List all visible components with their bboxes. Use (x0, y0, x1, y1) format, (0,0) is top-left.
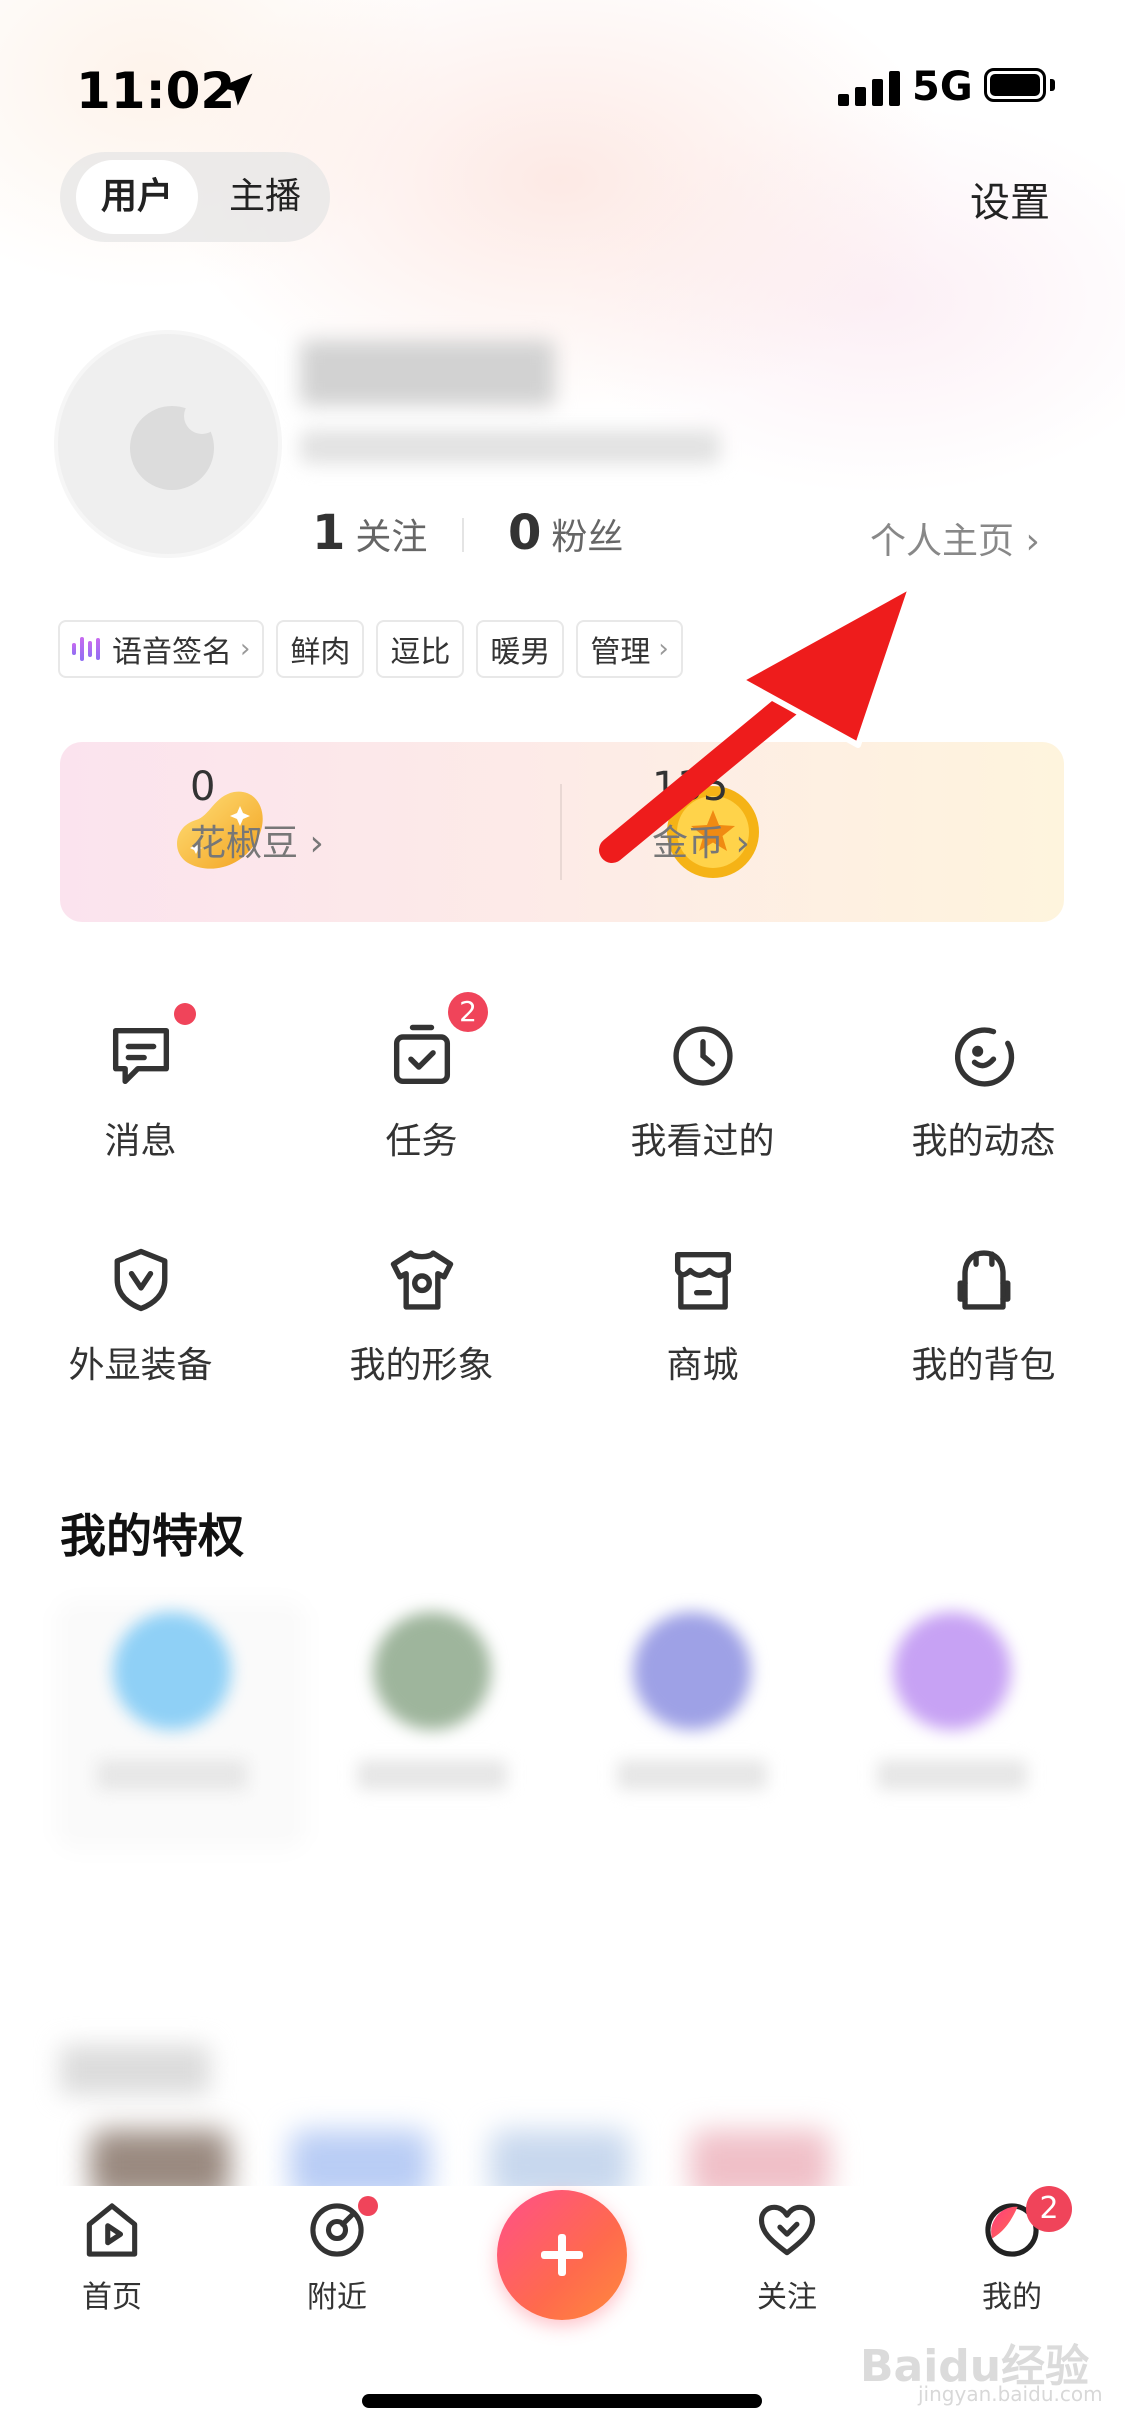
grid-label: 我的形象 (349, 1345, 494, 1386)
tag-item[interactable]: 鲜肉 (276, 620, 365, 678)
grid-label: 我看过的 (630, 1121, 775, 1162)
followers-label: 粉丝 (551, 517, 624, 558)
username-blurred (300, 340, 555, 406)
tag-label: 鲜肉 (290, 635, 351, 670)
status-time: 11:02 (76, 62, 236, 120)
heart-icon (758, 2204, 816, 2256)
tag-item[interactable]: 逗比 (376, 620, 465, 678)
watermark-url: jingyan.baidu.com (918, 2382, 1103, 2406)
history-icon (672, 1026, 733, 1086)
privilege-item-blurred[interactable] (592, 1612, 792, 1790)
coins-link[interactable]: 金币 › (652, 814, 750, 866)
home-indicator (362, 2394, 762, 2408)
grid-item-tasks[interactable]: 任务 (281, 1018, 562, 1164)
following-count: 1 (312, 505, 346, 561)
message-icon (112, 1027, 169, 1085)
following-label: 关注 (355, 517, 428, 558)
grid-label: 任务 (385, 1121, 458, 1162)
task-icon (393, 1024, 450, 1085)
grid-label: 消息 (104, 1121, 177, 1162)
outfit-icon (390, 1250, 453, 1310)
grid-item-outfit[interactable]: 我的形象 (281, 1242, 562, 1388)
tab-nearby[interactable]: 附近 (257, 2196, 417, 2316)
section-title-blurred (60, 2045, 210, 2095)
tab-label: 我的 (982, 2280, 1042, 2315)
tag-item[interactable]: 暖男 (476, 620, 565, 678)
tag-label: 语音签名 (112, 635, 232, 670)
following-stat[interactable]: 1 关注 (312, 505, 427, 561)
personal-homepage-link[interactable]: 个人主页 › (870, 512, 1040, 564)
nearby-unread-dot (358, 2196, 378, 2216)
grid-item-equipment[interactable]: 外显装备 (0, 1242, 281, 1388)
tab-label: 首页 (82, 2280, 142, 2315)
avatar[interactable] (54, 330, 282, 558)
beans-value: 0 (190, 764, 216, 810)
cellular-signal-icon (838, 70, 900, 106)
stat-divider (462, 518, 464, 552)
tab-following[interactable]: 关注 (707, 2196, 867, 2316)
grid-label: 我的背包 (911, 1345, 1056, 1386)
grid-label: 商城 (666, 1345, 739, 1386)
wallet-card: 0 花椒豆 › 135 金币 › (60, 742, 1064, 922)
beans-link[interactable]: 花椒豆 › (190, 814, 324, 866)
chevron-right-icon: › (658, 634, 669, 664)
tag-manage[interactable]: 管理 › (576, 620, 683, 678)
wallet-divider (560, 784, 562, 880)
network-type: 5G (912, 64, 973, 110)
role-tab-anchor[interactable]: 主播 (210, 160, 320, 234)
grid-item-messages[interactable]: 消息 (0, 1018, 281, 1164)
privilege-item-blurred[interactable] (332, 1612, 532, 1790)
grid-label: 外显装备 (68, 1345, 213, 1386)
followers-count: 0 (508, 505, 542, 561)
profile-badge: 2 (1026, 2186, 1072, 2232)
avatar-placeholder-icon (130, 398, 220, 490)
tab-home[interactable]: 首页 (32, 2196, 192, 2316)
backpack-icon (957, 1250, 1010, 1310)
tag-label: 管理 (590, 635, 651, 670)
role-switch: 用户 主播 (60, 152, 330, 242)
grid-item-moments[interactable]: 我的动态 (843, 1018, 1124, 1164)
privilege-item-blurred[interactable] (72, 1612, 272, 1790)
grid-item-store[interactable]: 商城 (562, 1242, 843, 1388)
grid-label: 我的动态 (911, 1121, 1056, 1162)
tag-list: 语音签名 › 鲜肉 逗比 暖男 管理 › (58, 620, 683, 678)
create-post-button[interactable] (497, 2190, 627, 2320)
privileges-title: 我的特权 (60, 1509, 244, 1563)
settings-button[interactable]: 设置 (970, 170, 1050, 228)
tab-label: 附近 (307, 2280, 367, 2315)
chevron-right-icon: › (240, 634, 251, 664)
moments-icon (954, 1027, 1014, 1087)
tab-label: 关注 (757, 2280, 817, 2315)
user-id-blurred (300, 430, 720, 464)
store-icon (674, 1251, 731, 1310)
voice-wave-icon (72, 636, 100, 662)
grid-item-backpack[interactable]: 我的背包 (843, 1242, 1124, 1388)
tasks-badge: 2 (448, 992, 488, 1032)
tag-label: 暖男 (490, 635, 551, 670)
coins-value: 135 (652, 764, 729, 810)
privilege-item-blurred[interactable] (852, 1612, 1052, 1790)
battery-cap (1050, 79, 1055, 91)
location-arrow-icon (219, 73, 253, 106)
followers-stat[interactable]: 0 粉丝 (508, 505, 623, 561)
shield-icon (114, 1248, 167, 1312)
grid-item-history[interactable]: 我看过的 (562, 1018, 843, 1164)
role-tab-user[interactable]: 用户 (76, 160, 198, 234)
messages-unread-dot (174, 1003, 196, 1025)
home-play-icon (86, 2203, 138, 2257)
tag-voice-signature[interactable]: 语音签名 › (58, 620, 265, 678)
tag-label: 逗比 (390, 635, 451, 670)
battery-icon (984, 68, 1046, 102)
